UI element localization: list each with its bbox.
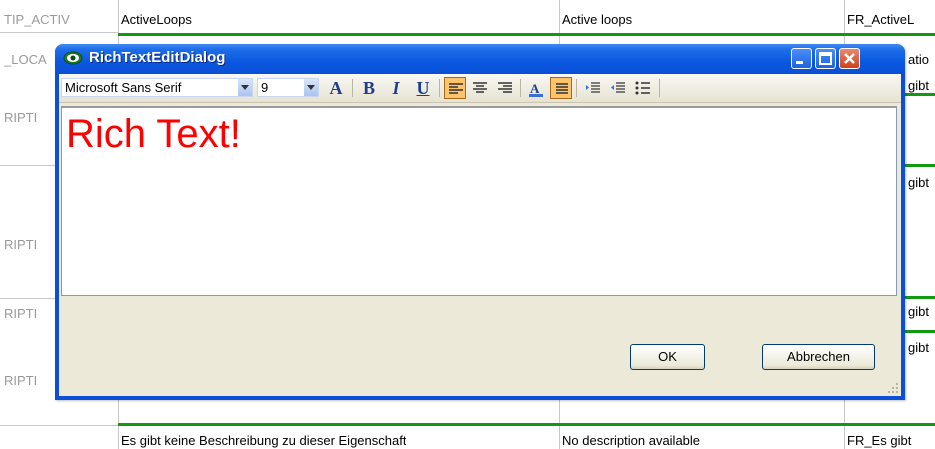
ok-button[interactable]: OK <box>630 344 705 370</box>
title-bar[interactable]: RichTextEditDialog <box>55 44 905 74</box>
property-value: No description available <box>562 433 701 448</box>
maximize-button[interactable] <box>815 48 836 69</box>
font-dialog-button[interactable]: A <box>325 77 347 99</box>
font-family-select[interactable]: Microsoft Sans Serif <box>61 78 253 97</box>
bold-button[interactable]: B <box>358 77 380 99</box>
row-highlight <box>905 164 935 167</box>
outdent-button[interactable] <box>607 77 629 99</box>
font-size-value: 9 <box>261 80 269 95</box>
minimize-icon <box>796 61 803 64</box>
dialog-client-area: Microsoft Sans Serif 9 A B I U A Rich Te… <box>59 74 901 396</box>
separator <box>352 79 353 97</box>
resize-grip-icon[interactable] <box>887 382 899 394</box>
property-value: Es gibt keine Beschreibung zu dieser Eig… <box>121 433 407 448</box>
separator <box>576 79 577 97</box>
italic-button[interactable]: I <box>385 77 407 99</box>
property-value: FR_Es gibt <box>847 433 912 448</box>
close-icon <box>844 53 855 64</box>
rich-text-editor[interactable]: Rich Text! <box>61 106 897 296</box>
align-left-button[interactable] <box>444 77 466 99</box>
property-value: gibt <box>908 304 929 319</box>
property-value: gibt <box>908 78 929 93</box>
underline-button[interactable]: U <box>412 77 434 99</box>
back-color-button[interactable] <box>550 77 572 99</box>
property-value: atio <box>908 52 929 67</box>
dialog-title: RichTextEditDialog <box>89 49 226 66</box>
separator <box>439 79 440 97</box>
separator <box>520 79 521 97</box>
indent-button[interactable] <box>582 77 604 99</box>
property-value: FR_ActiveL <box>847 12 915 27</box>
chevron-down-icon[interactable] <box>304 79 318 96</box>
property-key: RIPTI <box>4 110 38 125</box>
bold-icon: B <box>362 78 375 98</box>
property-value: gibt <box>908 175 929 190</box>
align-center-icon <box>473 82 487 93</box>
align-right-button[interactable] <box>494 77 516 99</box>
svg-text:A: A <box>530 81 540 96</box>
underline-icon: U <box>416 78 430 98</box>
row-highlight <box>118 423 935 426</box>
row-divider <box>0 425 118 426</box>
close-button[interactable] <box>839 48 860 69</box>
chevron-down-icon[interactable] <box>238 79 252 96</box>
font-color-icon: A <box>529 81 543 97</box>
bullet-list-icon <box>635 81 650 95</box>
align-right-icon <box>498 82 512 93</box>
property-key: TIP_ACTIV <box>4 12 70 27</box>
cancel-button[interactable]: Abbrechen <box>762 344 875 370</box>
property-value: Active loops <box>562 12 633 27</box>
maximize-icon <box>819 52 832 65</box>
outdent-icon <box>611 82 625 93</box>
row-highlight <box>118 33 935 36</box>
bullets-button[interactable] <box>632 77 654 99</box>
font-family-value: Microsoft Sans Serif <box>65 80 182 95</box>
font-size-select[interactable]: 9 <box>257 78 319 97</box>
minimize-button[interactable] <box>791 48 812 69</box>
property-key: RIPTI <box>4 237 38 252</box>
row-divider <box>0 32 118 33</box>
font-color-button[interactable]: A <box>525 77 547 99</box>
property-key: RIPTI <box>4 373 38 388</box>
property-value: gibt <box>908 340 929 355</box>
italic-icon: I <box>392 78 400 98</box>
property-value: ActiveLoops <box>121 12 192 27</box>
property-key: _LOCA <box>4 52 47 67</box>
align-left-icon <box>449 83 463 94</box>
eye-icon <box>63 51 83 65</box>
rich-text-edit-dialog[interactable]: RichTextEditDialog Microsoft Sans Serif … <box>55 44 905 400</box>
row-highlight <box>905 296 935 299</box>
indent-icon <box>586 82 600 93</box>
editor-content: Rich Text! <box>66 112 241 156</box>
property-key: RIPTI <box>4 306 38 321</box>
highlight-icon <box>556 83 568 94</box>
font-icon: A <box>329 78 343 98</box>
align-center-button[interactable] <box>469 77 491 99</box>
row-highlight <box>905 330 935 333</box>
format-toolbar: Microsoft Sans Serif 9 A B I U A <box>59 74 901 103</box>
separator <box>659 79 660 97</box>
